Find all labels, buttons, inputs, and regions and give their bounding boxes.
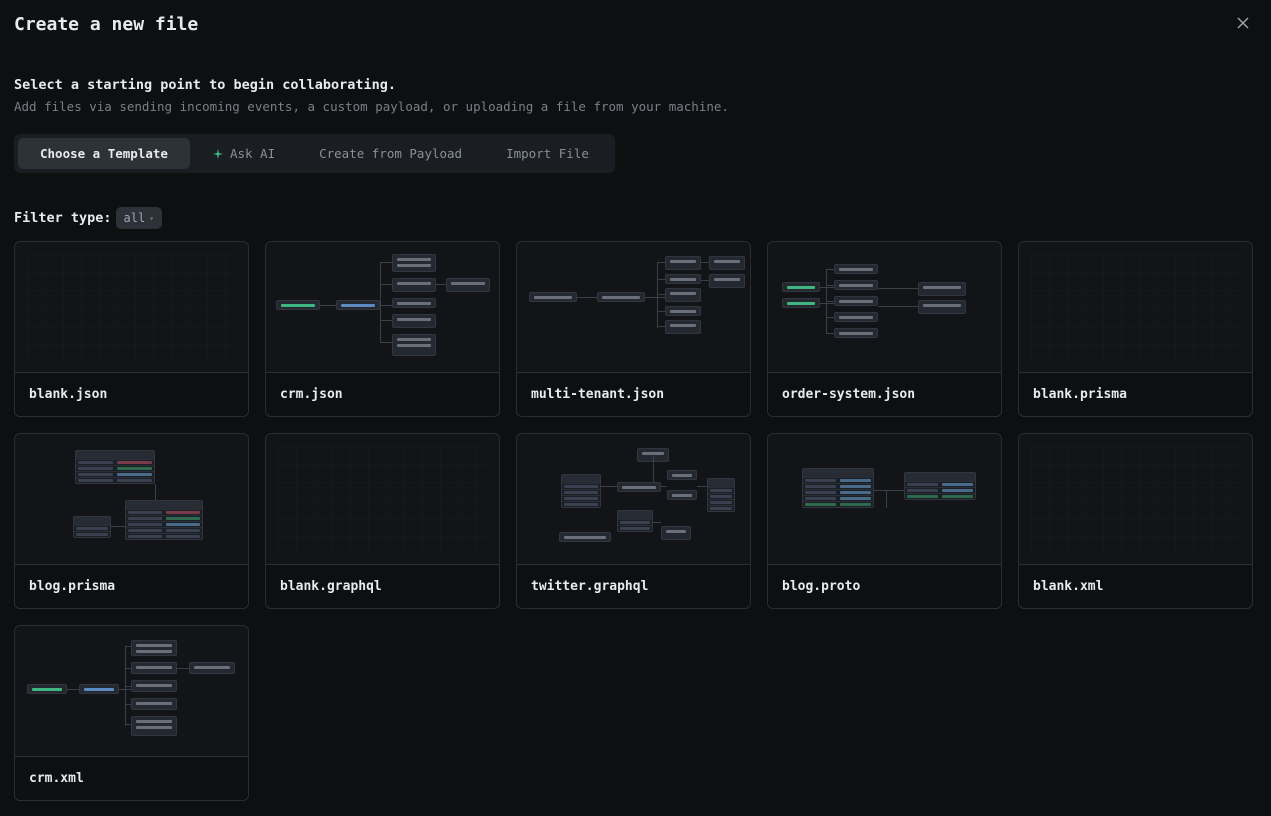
template-name: blog.proto: [768, 564, 1001, 608]
page-subtitle: Select a starting point to begin collabo…: [14, 77, 1257, 93]
tab-choose-template[interactable]: Choose a Template: [18, 138, 190, 169]
tab-ask-ai[interactable]: Ask AI: [190, 138, 297, 169]
template-name: twitter.graphql: [517, 564, 750, 608]
template-name: order-system.json: [768, 372, 1001, 416]
template-preview: [517, 242, 750, 372]
template-card-crm-xml[interactable]: crm.xml: [14, 625, 249, 801]
template-name: crm.xml: [15, 756, 248, 800]
template-preview: [15, 242, 248, 372]
template-card-blank-graphql[interactable]: blank.graphql: [265, 433, 500, 609]
template-preview: [1019, 434, 1252, 564]
close-button[interactable]: [1233, 14, 1253, 34]
close-icon: [1236, 15, 1250, 34]
chevron-down-icon: ▾: [149, 214, 154, 223]
template-name: multi-tenant.json: [517, 372, 750, 416]
filter-value: all: [124, 211, 146, 225]
template-card-twitter-graphql[interactable]: twitter.graphql: [516, 433, 751, 609]
template-preview: [15, 434, 248, 564]
tab-label: Choose a Template: [40, 146, 168, 161]
template-card-blog-proto[interactable]: blog.proto: [767, 433, 1002, 609]
template-preview: [517, 434, 750, 564]
template-card-multi-tenant-json[interactable]: multi-tenant.json: [516, 241, 751, 417]
template-card-blank-xml[interactable]: blank.xml: [1018, 433, 1253, 609]
filter-type-select[interactable]: all ▾: [116, 207, 163, 229]
template-name: blank.xml: [1019, 564, 1252, 608]
template-preview: [266, 434, 499, 564]
template-grid: blank.json crm.json: [14, 241, 1257, 801]
tab-group: Choose a Template Ask AI Create from Pay…: [14, 134, 615, 173]
filter-label: Filter type:: [14, 210, 112, 226]
template-card-blank-json[interactable]: blank.json: [14, 241, 249, 417]
template-preview: [768, 242, 1001, 372]
template-card-blog-prisma[interactable]: blog.prisma: [14, 433, 249, 609]
template-card-blank-prisma[interactable]: blank.prisma: [1018, 241, 1253, 417]
sparkle-icon: [212, 148, 224, 160]
tab-import-file[interactable]: Import File: [484, 138, 611, 169]
page-description: Add files via sending incoming events, a…: [14, 99, 1257, 114]
template-preview: [266, 242, 499, 372]
tab-label: Import File: [506, 146, 589, 161]
tab-create-from-payload[interactable]: Create from Payload: [297, 138, 484, 169]
page-title: Create a new file: [14, 14, 1257, 35]
template-name: blank.graphql: [266, 564, 499, 608]
template-card-crm-json[interactable]: crm.json: [265, 241, 500, 417]
tab-label: Ask AI: [230, 146, 275, 161]
template-preview: [15, 626, 248, 756]
template-preview: [1019, 242, 1252, 372]
filter-row: Filter type: all ▾: [14, 207, 1257, 229]
template-name: blog.prisma: [15, 564, 248, 608]
template-name: blank.json: [15, 372, 248, 416]
tab-label: Create from Payload: [319, 146, 462, 161]
template-card-order-system-json[interactable]: order-system.json: [767, 241, 1002, 417]
template-name: blank.prisma: [1019, 372, 1252, 416]
template-preview: [768, 434, 1001, 564]
template-name: crm.json: [266, 372, 499, 416]
